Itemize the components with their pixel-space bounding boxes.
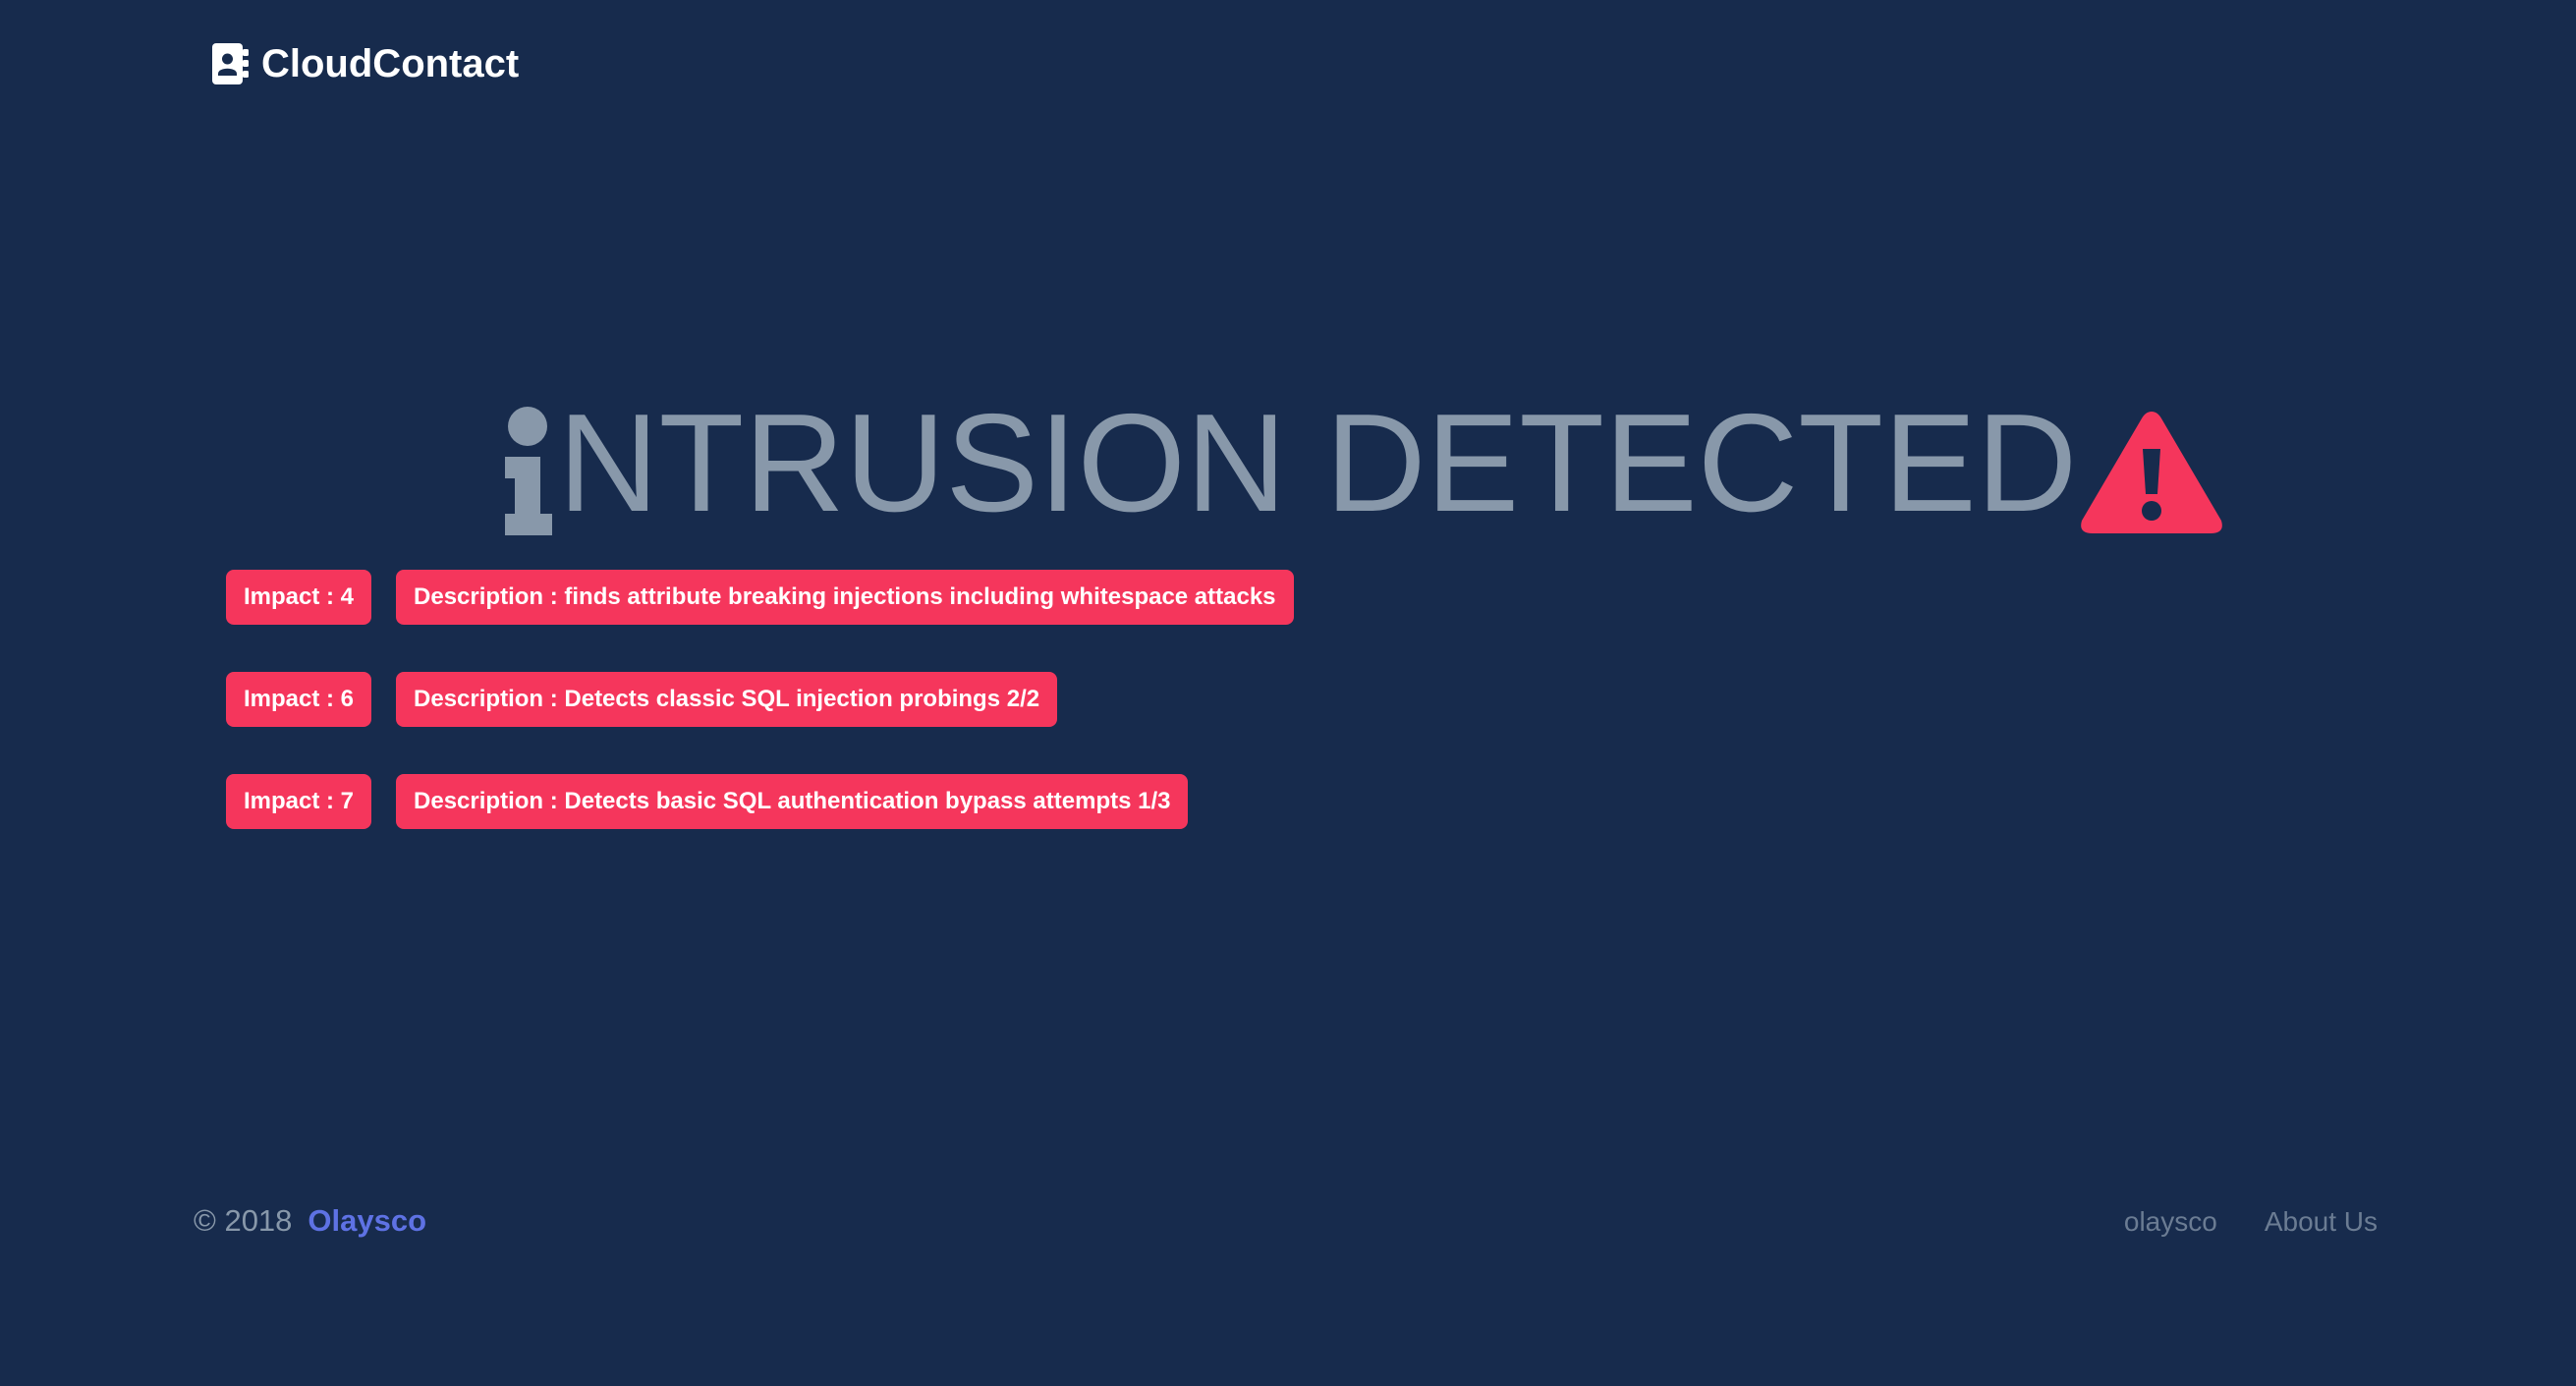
impact-badge: Impact : 4 xyxy=(226,570,372,625)
alert-row: Impact : 4 Description : finds attribute… xyxy=(226,570,1294,625)
impact-badge: Impact : 7 xyxy=(226,774,372,829)
brand-link[interactable]: CloudContact xyxy=(212,39,519,88)
footer-company-link[interactable]: Olaysco xyxy=(308,1203,426,1239)
warning-triangle-icon xyxy=(2081,412,2223,533)
alert-row: Impact : 7 Description : Detects basic S… xyxy=(226,774,1294,829)
footer-link-olaysco[interactable]: olaysco xyxy=(2124,1206,2217,1238)
description-badge: Description : Detects classic SQL inject… xyxy=(396,672,1058,727)
footer-link-about-us[interactable]: About Us xyxy=(2265,1206,2378,1238)
description-badge: Description : finds attribute breaking i… xyxy=(396,570,1294,625)
page-title: NTRUSION DETECTED xyxy=(558,385,2078,541)
intrusion-heading: NTRUSION DETECTED xyxy=(501,394,2224,538)
copyright-text: © 2018 xyxy=(194,1203,293,1238)
info-icon xyxy=(505,407,552,535)
footer-copyright: © 2018 Olaysco xyxy=(194,1203,426,1239)
alert-row: Impact : 6 Description : Detects classic… xyxy=(226,672,1294,727)
impact-badge: Impact : 6 xyxy=(226,672,372,727)
footer-nav: olaysco About Us xyxy=(2124,1206,2378,1238)
description-badge: Description : Detects basic SQL authenti… xyxy=(396,774,1189,829)
brand-name: CloudContact xyxy=(261,41,520,85)
alert-list: Impact : 4 Description : finds attribute… xyxy=(226,570,1294,876)
address-book-icon xyxy=(212,43,249,84)
